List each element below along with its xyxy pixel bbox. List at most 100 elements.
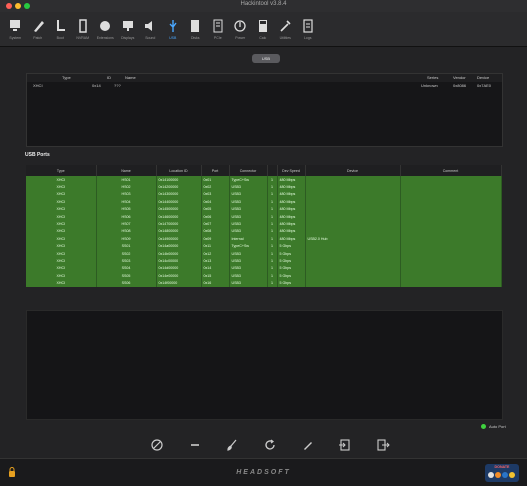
usb-port-cell: 5 Gbps	[277, 242, 306, 250]
ports-column-header[interactable]: Type	[26, 165, 97, 176]
usb-port-row[interactable]: XHCI HS06 0x14600000 0x06 USB3 1 480 Mbps	[26, 212, 502, 221]
usb-port-cell	[400, 183, 502, 191]
usb-port-row[interactable]: XHCI SS03 0x14c00000 0x13 USB3 1 5 Gbps	[26, 257, 502, 265]
usb-port-cell: 480 Mbps	[277, 190, 306, 199]
usb-port-cell: 1	[267, 176, 278, 184]
edit-button[interactable]	[301, 438, 315, 452]
ports-column-header[interactable]: Location ID	[156, 165, 202, 176]
usb-port-row[interactable]: XHCI HS04 0x14400000 0x04 USB3 1 480 Mbps	[26, 198, 502, 206]
col-name[interactable]: Name	[125, 74, 136, 82]
toolbar-power-button[interactable]: Power	[229, 12, 252, 46]
import-button[interactable]	[338, 438, 352, 452]
ports-column-header[interactable]: Device	[305, 165, 401, 176]
refresh-button[interactable]	[263, 438, 277, 452]
usb-segment-button[interactable]: USB	[252, 54, 280, 63]
usb-port-row[interactable]: XHCI SS05 0x14e00000 0x15 USB3 1 5 Gbps	[26, 272, 502, 280]
toolbar-usb-button[interactable]: USB	[162, 12, 185, 46]
usb-port-cell	[400, 272, 502, 280]
usb-port-cell: XHCI	[26, 212, 97, 221]
usb-port-row[interactable]: XHCI HS09 0x14900000 0x09 Internal 1 480 Mbps U…	[26, 235, 502, 243]
ports-column-header[interactable]: Comment	[400, 165, 502, 176]
usb-port-cell: 5 Gbps	[277, 279, 306, 287]
usb-port-cell: 0x14f00000	[156, 279, 202, 287]
usb-port-cell: 0x09	[201, 235, 230, 243]
brush-button[interactable]	[225, 438, 239, 452]
toolbar-pcie-button[interactable]: PCIe	[207, 12, 230, 46]
cell-series: Unknown	[421, 83, 438, 88]
clear-button[interactable]	[150, 438, 164, 452]
toolbar-patch-button[interactable]: Patch	[27, 12, 50, 46]
toolbar-system-button[interactable]: System	[4, 12, 27, 46]
toolbar-calc-button[interactable]: Calc	[252, 12, 275, 46]
usb-port-cell: 0x01	[201, 176, 230, 184]
ports-column-header[interactable]: Dev Speed	[277, 165, 306, 176]
ports-column-header[interactable]: Port	[201, 165, 230, 176]
ports-column-header[interactable]: Name	[96, 165, 157, 176]
usb-port-cell: SS01	[96, 242, 157, 250]
minus-icon	[190, 444, 199, 446]
toolbar-logs-button[interactable]: Logs	[297, 12, 320, 46]
usb-port-cell: 1	[267, 235, 278, 243]
usb-port-cell: 480 Mbps	[277, 176, 306, 184]
controllers-table: Type ID Name Series Vendor Device XHCI 0…	[26, 73, 503, 147]
usb-port-cell: USB3	[229, 227, 268, 236]
usb-port-cell: Internal	[229, 235, 268, 243]
cell-type: XHCI	[33, 83, 43, 88]
toolbar-displays-button[interactable]: Displays	[117, 12, 140, 46]
usb-port-row[interactable]: XHCI SS01 0x14a00000 0x11 TypeC+Sw 1 5 Gbps	[26, 242, 502, 250]
controller-row[interactable]: XHCI 0x14 ??? Unknown 0x8086 0x7AE0	[27, 82, 502, 89]
usb-port-cell: 0x14500000	[156, 205, 202, 213]
usb-port-cell: USB3	[229, 264, 268, 273]
boot-icon	[54, 19, 66, 33]
usb-port-row[interactable]: XHCI HS02 0x14200000 0x02 USB3 1 480 Mbps	[26, 183, 502, 191]
usb-port-cell: 1	[267, 183, 278, 191]
usb-port-row[interactable]: XHCI HS01 0x14100000 0x01 TypeC+Sw 1 480 Mbps	[26, 176, 502, 184]
title-bar: Hackintool v3.8.4	[0, 0, 527, 12]
usb-port-row[interactable]: XHCI SS02 0x14b00000 0x12 USB3 1 5 Gbps	[26, 249, 502, 258]
usb-port-cell: 0x14600000	[156, 212, 202, 221]
toolbar-label: Sound	[145, 35, 156, 40]
usb-port-row[interactable]: XHCI SS06 0x14f00000 0x16 USB3 1 5 Gbps	[26, 279, 502, 287]
toolbar-disks-button[interactable]: Disks	[184, 12, 207, 46]
usb-port-cell: 5 Gbps	[277, 257, 306, 265]
usb-port-cell	[400, 227, 502, 236]
usb-ports-header-row: Type Name Location ID Port Connector Dev Spee…	[26, 165, 502, 176]
usb-port-cell	[305, 264, 401, 273]
usb-port-cell: 0x13	[201, 257, 230, 265]
toolbar-nvram-button[interactable]: NVRAM	[72, 12, 95, 46]
usb-port-row[interactable]: XHCI HS03 0x14300000 0x03 USB3 1 480 Mbps	[26, 190, 502, 199]
col-vendor[interactable]: Vendor	[453, 74, 466, 82]
usb-port-row[interactable]: XHCI HS08 0x14800000 0x08 USB3 1 480 Mbps	[26, 227, 502, 236]
toolbar-label: USB	[169, 35, 177, 40]
minus-button[interactable]	[188, 438, 202, 452]
toolbar-utilities-button[interactable]: Utilities	[274, 12, 297, 46]
usb-port-cell: USB3	[229, 220, 268, 228]
usb-port-row[interactable]: XHCI HS05 0x14500000 0x05 USB3 1 480 Mbps	[26, 205, 502, 213]
window-title: Hackintool v3.8.4	[240, 1, 287, 7]
toolbar-label: Disks	[190, 35, 200, 40]
ports-column-header[interactable]	[267, 165, 278, 176]
speaker-icon	[144, 19, 156, 33]
usb-port-cell	[305, 279, 401, 287]
document-icon	[302, 18, 314, 33]
usb-port-cell: 0x11	[201, 242, 230, 250]
usb-port-cell: 1	[267, 249, 278, 258]
toolbar-sound-button[interactable]: Sound	[139, 12, 162, 46]
usb-icon	[167, 19, 179, 33]
usb-port-row[interactable]: XHCI HS07 0x14700000 0x07 USB3 1 480 Mbps	[26, 220, 502, 228]
usb-port-cell: 0x14d00000	[156, 264, 202, 273]
donate-button[interactable]: DONATE	[485, 464, 519, 482]
toolbar-extensions-button[interactable]: Extensions	[94, 12, 117, 46]
usb-port-cell: XHCI	[26, 183, 97, 191]
col-id[interactable]: ID	[107, 74, 111, 82]
toolbar-boot-button[interactable]: Boot	[49, 12, 72, 46]
usb-port-cell: 1	[267, 212, 278, 221]
usb-port-cell: TypeC+Sw	[229, 176, 268, 184]
ports-column-header[interactable]: Connector	[229, 165, 268, 176]
col-series[interactable]: Series	[427, 74, 438, 82]
col-type[interactable]: Type	[62, 74, 71, 82]
col-device[interactable]: Device	[477, 74, 489, 82]
export-button[interactable]	[376, 438, 390, 452]
usb-port-row[interactable]: XHCI SS04 0x14d00000 0x14 USB3 1 5 Gbps	[26, 264, 502, 273]
usb-port-cell: 1	[267, 257, 278, 265]
